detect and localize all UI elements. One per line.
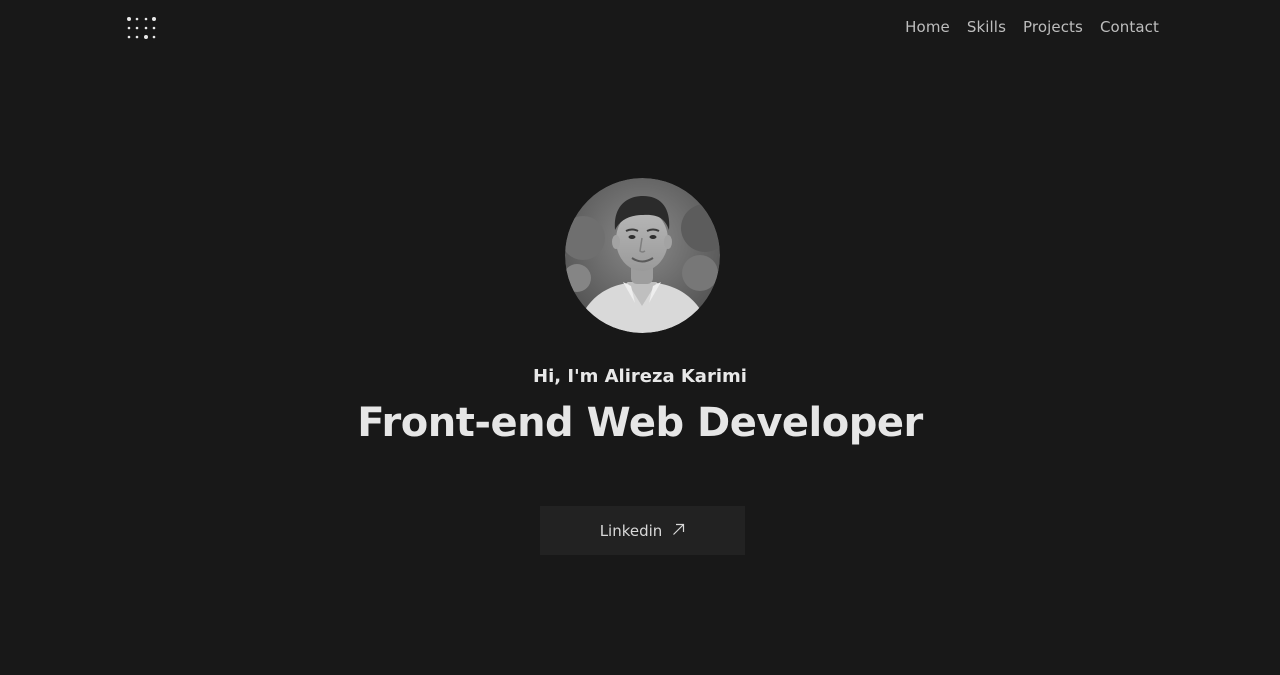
hero-greeting: Hi, I'm Alireza Karimi: [533, 366, 747, 387]
main-nav: Home Skills Projects Contact: [905, 18, 1159, 36]
page: Home Skills Projects Contact Hi, I'm Ali…: [0, 0, 1280, 675]
nav-link-contact[interactable]: Contact: [1100, 18, 1159, 36]
hero-title: Front-end Web Developer: [357, 400, 923, 446]
nav-link-home[interactable]: Home: [905, 18, 950, 36]
linkedin-button-label: Linkedin: [599, 521, 663, 540]
site-header: Home Skills Projects Contact: [0, 0, 1280, 58]
profile-avatar: [565, 178, 720, 333]
nav-link-skills[interactable]: Skills: [967, 18, 1006, 36]
dot-grid-logo-icon[interactable]: [126, 16, 160, 40]
nav-link-projects[interactable]: Projects: [1023, 18, 1083, 36]
linkedin-button[interactable]: Linkedin: [540, 506, 745, 555]
arrow-up-right-icon: [673, 523, 685, 535]
